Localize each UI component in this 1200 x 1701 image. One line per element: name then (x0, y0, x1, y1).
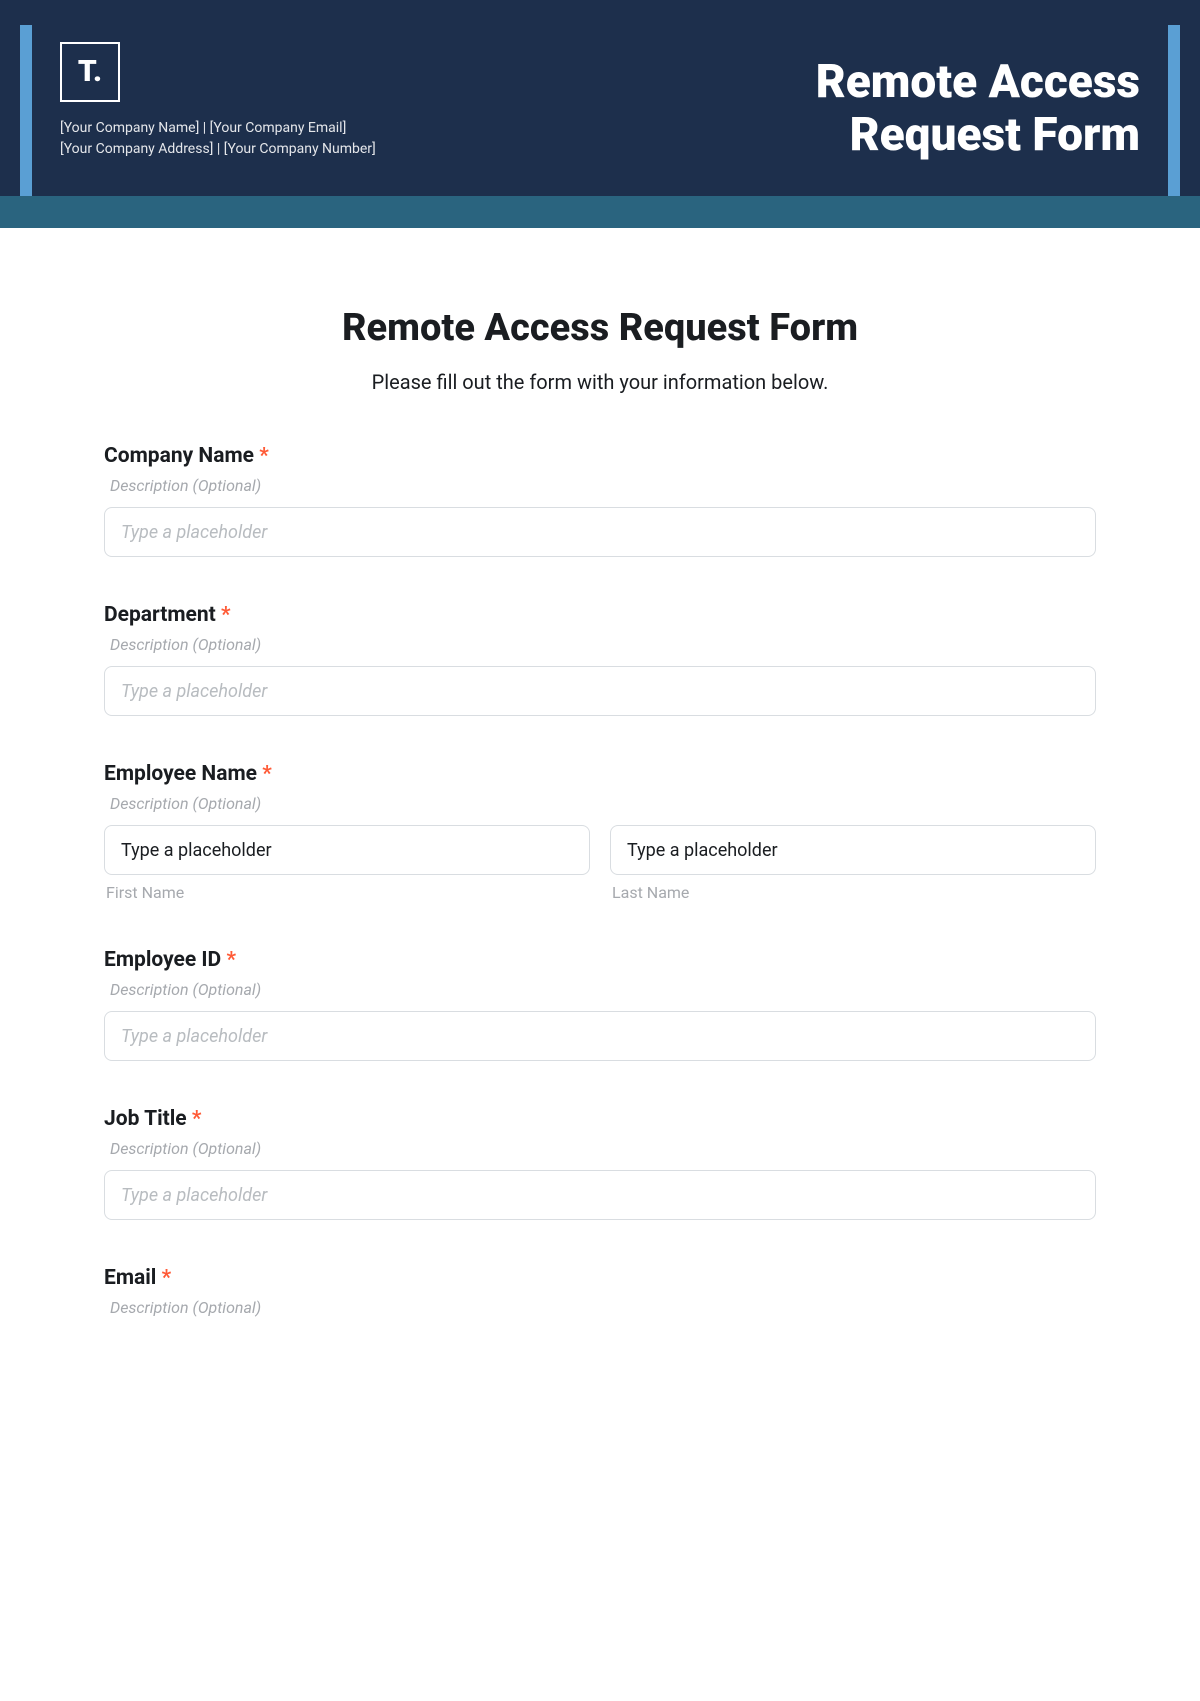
email-label: Email * (104, 1266, 1096, 1290)
form-subheading: Please fill out the form with your infor… (104, 370, 1096, 394)
header-title: Remote Access Request Form (816, 56, 1140, 162)
required-asterisk: * (226, 948, 236, 972)
department-label: Department * (104, 603, 1096, 627)
first-name-sublabel: First Name (104, 883, 590, 902)
logo-text: T. (78, 57, 102, 87)
job-title-input[interactable] (104, 1170, 1096, 1220)
last-name-sublabel: Last Name (610, 883, 1096, 902)
required-asterisk: * (162, 1266, 172, 1290)
department-input[interactable] (104, 666, 1096, 716)
field-department: Department * Description (Optional) (104, 603, 1096, 716)
form-content: Remote Access Request Form Please fill o… (0, 228, 1200, 1317)
last-name-input[interactable] (610, 825, 1096, 875)
employee-name-label: Employee Name * (104, 762, 1096, 786)
accent-bar-left (20, 25, 32, 196)
required-asterisk: * (192, 1107, 202, 1131)
job-title-label: Job Title * (104, 1107, 1096, 1131)
field-job-title: Job Title * Description (Optional) (104, 1107, 1096, 1220)
employee-id-input[interactable] (104, 1011, 1096, 1061)
field-employee-id: Employee ID * Description (Optional) (104, 948, 1096, 1061)
header-title-line1: Remote Access (816, 56, 1140, 109)
employee-name-desc: Description (Optional) (104, 794, 1096, 813)
field-employee-name: Employee Name * Description (Optional) F… (104, 762, 1096, 902)
field-email: Email * Description (Optional) (104, 1266, 1096, 1317)
required-asterisk: * (221, 603, 231, 627)
company-logo: T. (60, 42, 120, 102)
required-asterisk: * (259, 444, 269, 468)
field-company-name: Company Name * Description (Optional) (104, 444, 1096, 557)
company-name-desc: Description (Optional) (104, 476, 1096, 495)
company-name-input[interactable] (104, 507, 1096, 557)
company-name-label: Company Name * (104, 444, 1096, 468)
header-title-line2: Request Form (816, 109, 1140, 162)
job-title-desc: Description (Optional) (104, 1139, 1096, 1158)
department-desc: Description (Optional) (104, 635, 1096, 654)
required-asterisk: * (262, 762, 272, 786)
employee-id-label: Employee ID * (104, 948, 1096, 972)
employee-id-desc: Description (Optional) (104, 980, 1096, 999)
email-desc: Description (Optional) (104, 1298, 1096, 1317)
header-sub-band (0, 196, 1200, 228)
first-name-input[interactable] (104, 825, 590, 875)
accent-bar-right (1168, 25, 1180, 196)
form-heading: Remote Access Request Form (104, 306, 1096, 350)
form-header: T. [Your Company Name] | [Your Company E… (0, 0, 1200, 196)
